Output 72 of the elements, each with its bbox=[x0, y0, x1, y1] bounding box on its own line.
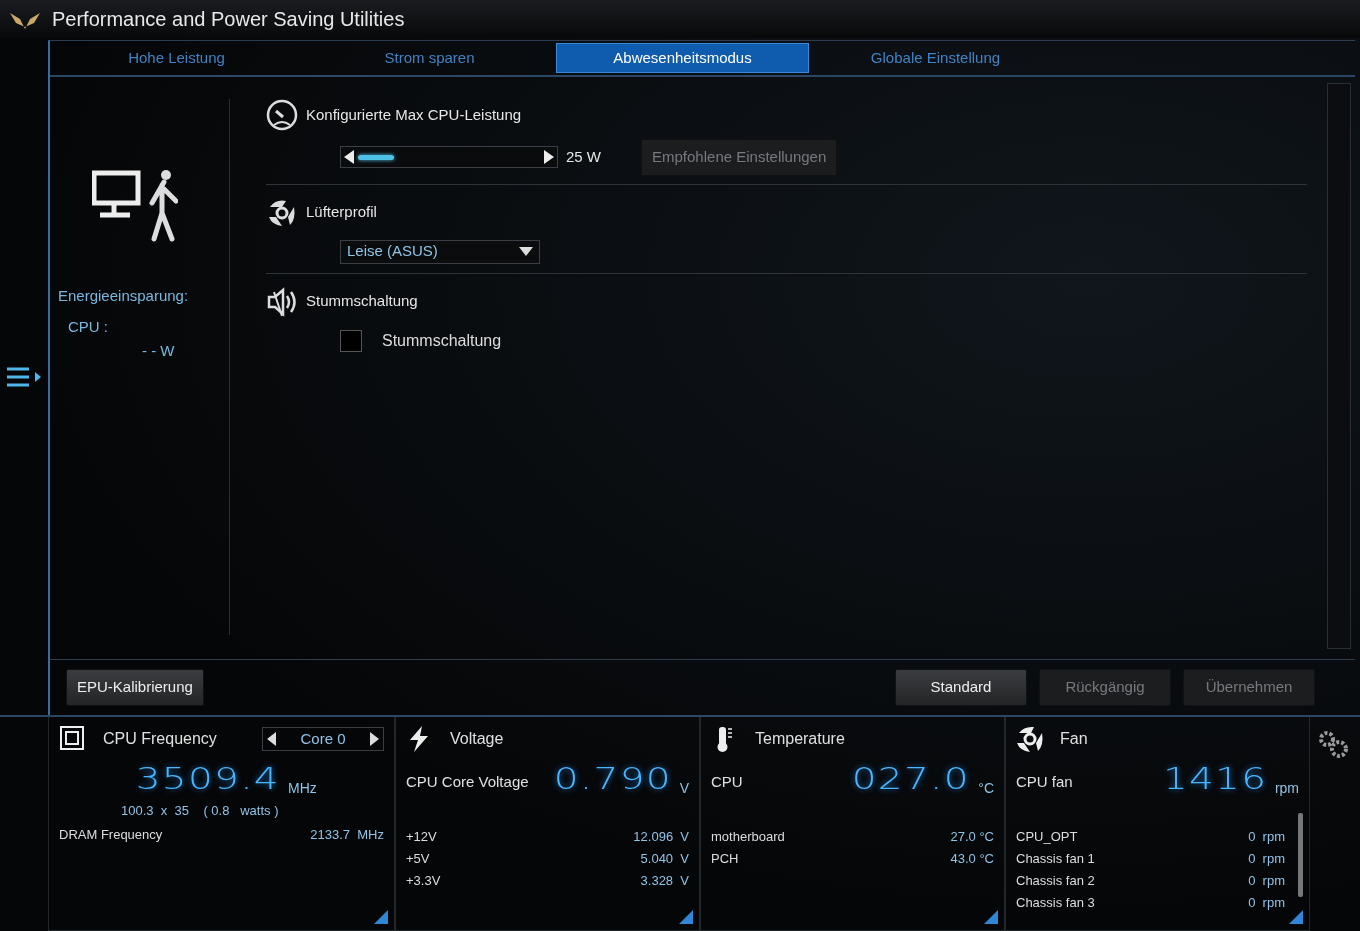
sensor-label: PCH bbox=[711, 850, 739, 868]
section-title: Lüfterprofil bbox=[306, 202, 377, 223]
slider[interactable] bbox=[340, 146, 558, 169]
summary-label: CPU : bbox=[68, 316, 109, 337]
reading-unit: rpm bbox=[1274, 779, 1299, 798]
right-arrow-icon[interactable] bbox=[544, 150, 554, 165]
fan-profile-dropdown[interactable]: Leise (ASUS) bbox=[340, 239, 540, 264]
left-arrow-icon[interactable] bbox=[267, 732, 276, 746]
right-arrow-icon[interactable] bbox=[370, 732, 379, 746]
reading-label: CPU bbox=[711, 771, 743, 792]
reading-label: CPU fan bbox=[1016, 771, 1073, 792]
panel-title: Fan bbox=[1060, 729, 1088, 749]
tab[interactable]: Hohe Leistung bbox=[50, 43, 303, 73]
settings-icon[interactable] bbox=[1317, 729, 1349, 759]
reading-unit: °C bbox=[978, 779, 994, 798]
sensor-label: DRAM Frequency bbox=[59, 825, 163, 844]
sensor-label: +12V bbox=[406, 828, 437, 846]
sensor-value: 43.0 °C bbox=[950, 850, 994, 868]
resize-corner-icon[interactable] bbox=[1289, 910, 1303, 924]
tab[interactable]: Strom sparen bbox=[303, 43, 556, 73]
resize-corner-icon[interactable] bbox=[984, 910, 998, 924]
reading-detail: 100.3 x 35 ( 0.8 watts ) bbox=[121, 802, 280, 820]
reading-value: 1416 bbox=[1162, 760, 1267, 798]
summary-value: - - W bbox=[142, 341, 176, 361]
sensor-value: 0 rpm bbox=[1248, 850, 1285, 868]
sensor-label: +5V bbox=[406, 850, 430, 868]
sensor-value: 12.096 V bbox=[633, 828, 689, 846]
scrollbar[interactable] bbox=[1327, 83, 1351, 649]
window-title: Performance and Power Saving Utilities bbox=[52, 7, 405, 32]
sensor-value: 3.328 V bbox=[640, 872, 689, 890]
resize-corner-icon[interactable] bbox=[679, 910, 693, 924]
panel-title: CPU Frequency bbox=[103, 729, 217, 749]
tab[interactable]: Globale Einstellung bbox=[809, 43, 1062, 73]
reading-unit: V bbox=[679, 779, 689, 798]
sensor-value: 0 rpm bbox=[1248, 894, 1285, 912]
resize-corner-icon[interactable] bbox=[374, 910, 388, 924]
tab[interactable]: Abwesenheitsmodus bbox=[556, 43, 809, 73]
sensor-value: 27.0 °C bbox=[950, 828, 994, 846]
slider-value: 25 W bbox=[566, 147, 601, 167]
summary-heading: Energieeinsparung: bbox=[58, 286, 190, 306]
checkbox[interactable] bbox=[340, 329, 362, 352]
reading-value: 0.790 bbox=[553, 760, 672, 798]
reading-value: 3509.4 bbox=[135, 760, 280, 798]
left-arrow-icon[interactable] bbox=[344, 150, 354, 165]
speaker-icon bbox=[266, 285, 298, 318]
sensor-label: +3.3V bbox=[406, 872, 441, 890]
sensor-label: Chassis fan 2 bbox=[1016, 872, 1095, 890]
section-title: Stummschaltung bbox=[306, 291, 418, 312]
gauge-icon bbox=[266, 99, 298, 131]
fan-icon bbox=[1016, 725, 1044, 753]
computer-walking-person-icon bbox=[92, 169, 178, 243]
section-title: Konfigurierte Max CPU-Leistung bbox=[306, 104, 522, 125]
reading-unit: MHz bbox=[288, 779, 317, 798]
sensor-value: 0 rpm bbox=[1248, 828, 1285, 846]
panel-title: Temperature bbox=[755, 729, 845, 749]
sensor-value: 5.040 V bbox=[640, 850, 689, 868]
sensor-label: CPU_OPT bbox=[1016, 828, 1078, 846]
checkbox-label: Stummschaltung bbox=[382, 330, 502, 351]
sensor-label: Chassis fan 1 bbox=[1016, 850, 1095, 868]
calibration-button[interactable]: EPU-Kalibrierung bbox=[66, 669, 204, 706]
chip-icon bbox=[59, 725, 87, 753]
sensor-value: 0 rpm bbox=[1248, 872, 1285, 890]
sensor-label: motherboard bbox=[711, 828, 785, 846]
sensor-label: Chassis fan 3 bbox=[1016, 894, 1095, 912]
reading-label: CPU Core Voltage bbox=[406, 771, 529, 792]
action-button[interactable]: Standard bbox=[895, 669, 1027, 706]
scrollbar[interactable] bbox=[1298, 813, 1303, 897]
panel-title: Voltage bbox=[450, 729, 504, 749]
reading-value: 027.0 bbox=[852, 760, 971, 798]
core-selector[interactable]: Core 0 bbox=[262, 727, 384, 751]
sensor-value: 2133.7 MHz bbox=[310, 825, 384, 844]
caret-icon bbox=[519, 247, 533, 256]
